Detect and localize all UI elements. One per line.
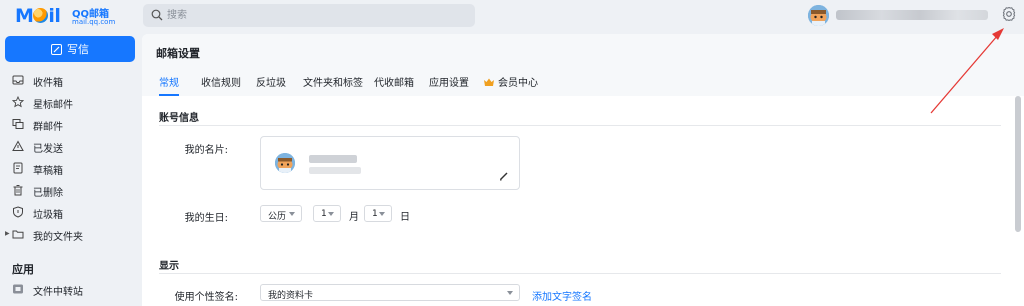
card-avatar (275, 153, 295, 173)
sidebar-item-starred[interactable]: 星标邮件 (0, 91, 142, 113)
logo-domain: mail.qq.com (72, 18, 116, 26)
expand-caret-icon[interactable]: ▶ (5, 230, 10, 237)
spam-shield-icon (13, 206, 23, 218)
section-divider (159, 273, 1001, 274)
page-title: 邮箱设置 (156, 47, 200, 60)
sidebar-item-sent[interactable]: 已发送 (0, 135, 142, 157)
birth-month-value: 1 (321, 209, 327, 219)
tab-folders-labels[interactable]: 文件夹和标签 (303, 74, 363, 96)
sidebar-item-inbox[interactable]: 收件箱 (0, 69, 142, 91)
crown-icon (484, 78, 494, 86)
sidebar-item-label: 已删除 (33, 188, 63, 199)
draft-icon (13, 162, 23, 174)
search-icon (151, 9, 163, 21)
inbox-icon (12, 75, 24, 85)
compose-label: 写信 (67, 43, 89, 56)
chevron-down-icon (507, 291, 513, 295)
account-email-blurred (836, 10, 988, 20)
chevron-down-icon (328, 212, 334, 216)
tab-vip-center[interactable]: 会员中心 (484, 74, 538, 96)
sidebar-item-label: 草稿箱 (33, 166, 63, 177)
compose-button[interactable]: 写信 (5, 36, 135, 62)
tab-app-settings[interactable]: 应用设置 (429, 74, 469, 96)
sidebar-item-spam[interactable]: 垃圾箱 (0, 201, 142, 223)
apps-section-title: 应用 (12, 263, 34, 276)
sidebar-item-label: 收件箱 (33, 78, 63, 89)
user-avatar[interactable] (808, 5, 829, 26)
sidebar-item-deleted[interactable]: 已删除 (0, 179, 142, 201)
tab-general[interactable]: 常规 (159, 74, 179, 96)
sidebar: 写信 收件箱 星标邮件 群邮件 已发送 草稿箱 已删除 垃圾箱 ▶ 我的文件夹 … (0, 34, 142, 306)
tab-receive-rules[interactable]: 收信规则 (201, 74, 241, 96)
chevron-down-icon (289, 212, 295, 216)
avatar-cartoon-icon (808, 5, 829, 26)
card-label: 我的名片: (184, 145, 228, 156)
main-scrollbar[interactable] (1015, 96, 1021, 232)
birth-day-select[interactable]: 1 (364, 205, 392, 222)
sidebar-item-label: 垃圾箱 (33, 210, 63, 221)
star-icon (12, 96, 24, 108)
logo-o-icon (33, 8, 49, 23)
folder-icon (12, 230, 24, 239)
qq-mail-logo[interactable]: Mil QQ邮箱 mail.qq.com (15, 3, 123, 33)
birthday-label: 我的生日: (184, 213, 228, 224)
logo-wordmark: Mil (15, 5, 61, 27)
sidebar-item-label: 已发送 (33, 144, 63, 155)
sent-icon (12, 140, 24, 151)
sidebar-item-my-folders[interactable]: ▶ 我的文件夹 (0, 223, 142, 245)
sidebar-item-group-mail[interactable]: 群邮件 (0, 113, 142, 135)
avatar-cartoon-icon (275, 153, 295, 173)
chevron-down-icon (379, 212, 385, 216)
signature-label: 使用个性签名: (174, 292, 238, 303)
sidebar-item-file-transfer[interactable]: 文件中转站 (0, 278, 142, 300)
tab-vip-label: 会员中心 (498, 78, 538, 89)
card-name-blurred (309, 155, 357, 163)
trash-icon (13, 185, 23, 196)
birth-day-value: 1 (372, 209, 378, 219)
display-section-title: 显示 (159, 261, 179, 272)
add-text-signature-link[interactable]: 添加文字签名 (532, 288, 592, 303)
sidebar-item-label: 群邮件 (33, 122, 63, 133)
gear-icon[interactable] (1001, 6, 1017, 22)
account-section-title: 账号信息 (159, 113, 199, 124)
signature-value: 我的资料卡 (268, 291, 314, 301)
month-unit: 月 (349, 212, 359, 223)
section-divider (159, 125, 1001, 126)
group-mail-icon (12, 119, 24, 129)
day-unit: 日 (400, 212, 410, 223)
sidebar-item-label: 我的文件夹 (33, 232, 83, 243)
edit-pencil-icon[interactable] (499, 171, 509, 181)
search-input[interactable] (167, 7, 457, 24)
settings-header: 邮箱设置 常规 收信规则 反垃圾 文件夹和标签 代收邮箱 应用设置 会员中心 (142, 34, 1024, 96)
tab-anti-spam[interactable]: 反垃圾 (256, 74, 286, 96)
settings-tabs: 常规 收信规则 反垃圾 文件夹和标签 代收邮箱 应用设置 会员中心 (142, 74, 1024, 96)
business-card[interactable] (260, 136, 520, 190)
top-bar: Mil QQ邮箱 mail.qq.com (0, 0, 1024, 34)
calendar-type-select[interactable]: 公历 (260, 205, 302, 222)
compose-pen-icon (51, 43, 62, 55)
sidebar-item-label: 星标邮件 (33, 100, 73, 111)
file-transfer-icon (13, 284, 23, 294)
tab-collect-mail[interactable]: 代收邮箱 (374, 74, 414, 96)
calendar-type-value: 公历 (268, 212, 287, 222)
birth-month-select[interactable]: 1 (313, 205, 341, 222)
signature-select[interactable]: 我的资料卡 (260, 284, 520, 301)
sidebar-item-drafts[interactable]: 草稿箱 (0, 157, 142, 179)
search-box[interactable] (143, 4, 475, 27)
settings-panel: 邮箱设置 常规 收信规则 反垃圾 文件夹和标签 代收邮箱 应用设置 会员中心 账… (142, 34, 1024, 306)
sidebar-item-label: 文件中转站 (33, 287, 83, 298)
card-email-blurred (309, 167, 361, 174)
